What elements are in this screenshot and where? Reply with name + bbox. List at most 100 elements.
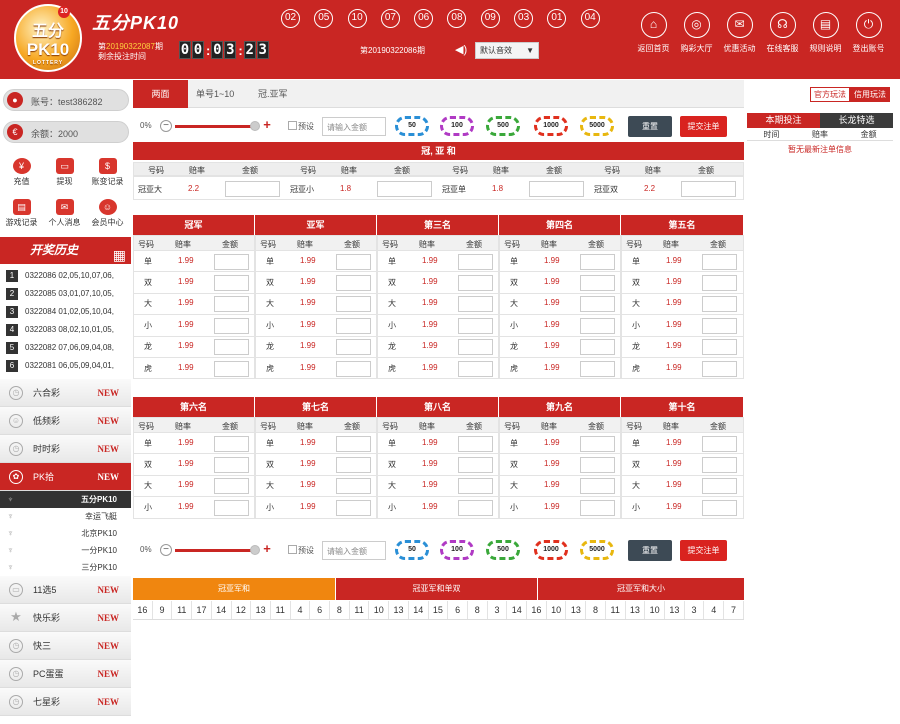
- lottery-item-qixingcai[interactable]: ◷ 七星彩 NEW: [0, 688, 131, 716]
- bet-amount-input[interactable]: [580, 499, 615, 516]
- quick-member-center[interactable]: ☺ 会员中心: [86, 195, 129, 235]
- bet-amount-input[interactable]: [336, 457, 371, 474]
- bet-amount-input[interactable]: [702, 339, 737, 356]
- bet-amount-input[interactable]: [214, 339, 249, 356]
- sound-select[interactable]: 默认音效 ▼: [475, 42, 539, 59]
- bet-amount-input[interactable]: [214, 253, 249, 270]
- lottery-item-dipincai[interactable]: ☺ 低频彩 NEW: [0, 407, 131, 435]
- bet-amount-input[interactable]: [214, 478, 249, 495]
- bet-amount-input[interactable]: [580, 435, 615, 452]
- lottery-item-kuaisan[interactable]: ◷ 快三 NEW: [0, 632, 131, 660]
- bet-amount-input[interactable]: [580, 296, 615, 313]
- quick-withdraw[interactable]: ▭ 提现: [43, 154, 86, 194]
- bet-amount-input[interactable]: [702, 296, 737, 313]
- slider-handle[interactable]: [250, 545, 260, 555]
- sub-item-sanfen-pk10[interactable]: ♆ 三分PK10: [0, 559, 131, 576]
- bet-amount-input[interactable]: [336, 360, 371, 377]
- chip-5000[interactable]: 5000: [580, 116, 614, 136]
- bet-amount-input[interactable]: [458, 457, 493, 474]
- slider-handle[interactable]: [250, 121, 260, 131]
- sub-item-beijing-pk10[interactable]: ♆ 北京PK10: [0, 525, 131, 542]
- lottery-item-kuailecai[interactable]: ★ 快乐彩 NEW: [0, 604, 131, 632]
- bet-amount-input[interactable]: [702, 253, 737, 270]
- bet-amount-input[interactable]: [702, 360, 737, 377]
- lottery-item-pk10[interactable]: ✿ PK拾 NEW: [0, 463, 131, 491]
- chip-100[interactable]: 100: [440, 540, 474, 560]
- bet-amount-input[interactable]: [214, 360, 249, 377]
- nav-promotions[interactable]: ✉ 优惠活动: [718, 12, 761, 54]
- chip-100[interactable]: 100: [440, 116, 474, 136]
- bet-amount-input[interactable]: [214, 499, 249, 516]
- bet-amount-input[interactable]: [580, 317, 615, 334]
- bet-amount-input[interactable]: [336, 435, 371, 452]
- tab-current-bets[interactable]: 本期投注: [747, 113, 820, 128]
- lottery-item-liuhecai[interactable]: ◷ 六合彩 NEW: [0, 379, 131, 407]
- nav-rules[interactable]: ▤ 规则说明: [804, 12, 847, 54]
- bet-amount-input[interactable]: [336, 339, 371, 356]
- bet-amount-input[interactable]: [702, 317, 737, 334]
- rebate-slider[interactable]: [175, 549, 253, 552]
- bet-amount-input[interactable]: [214, 296, 249, 313]
- bet-amount-input[interactable]: [580, 360, 615, 377]
- bet-amount-input[interactable]: [458, 435, 493, 452]
- bet-amount-input[interactable]: [458, 478, 493, 495]
- chip-1000[interactable]: 1000: [534, 540, 568, 560]
- bet-amount-input[interactable]: [336, 296, 371, 313]
- preset-checkbox[interactable]: [288, 121, 297, 130]
- tab-danhao[interactable]: 单号1~10: [196, 80, 234, 108]
- chip-50[interactable]: 50: [395, 116, 429, 136]
- tab-long-dragon[interactable]: 长龙特选: [820, 113, 893, 128]
- bet-amount-input[interactable]: [702, 499, 737, 516]
- reset-button[interactable]: 重置: [628, 540, 672, 561]
- reset-button[interactable]: 重置: [628, 116, 672, 137]
- quick-transactions[interactable]: $ 账变记录: [86, 154, 129, 194]
- nav-logout[interactable]: ⏻ 登出账号: [847, 12, 890, 54]
- chip-1000[interactable]: 1000: [534, 116, 568, 136]
- bet-amount-input[interactable]: [458, 253, 493, 270]
- trend-tab-bigsmall[interactable]: 冠亚军和大小: [537, 578, 744, 600]
- minus-button[interactable]: −: [160, 120, 172, 132]
- quick-game-records[interactable]: ▤ 游戏记录: [0, 195, 43, 235]
- tab-liangmian[interactable]: 两面: [133, 80, 188, 108]
- bet-amount-input[interactable]: [702, 478, 737, 495]
- sub-item-wufen-pk10[interactable]: ♆ 五分PK10: [0, 491, 131, 508]
- bet-amount-input[interactable]: [458, 317, 493, 334]
- chip-50[interactable]: 50: [395, 540, 429, 560]
- bet-amount-input[interactable]: [214, 317, 249, 334]
- bet-amount-input[interactable]: [580, 457, 615, 474]
- calendar-icon[interactable]: ▦: [113, 242, 126, 269]
- bet-amount-input[interactable]: [681, 181, 736, 197]
- bet-amount-input[interactable]: [336, 253, 371, 270]
- lottery-item-shishicai[interactable]: ◷ 时时彩 NEW: [0, 435, 131, 463]
- bet-amount-input[interactable]: [336, 499, 371, 516]
- plus-button[interactable]: +: [261, 118, 273, 132]
- lottery-item-pcdandan[interactable]: ◷ PC蛋蛋 NEW: [0, 660, 131, 688]
- chip-500[interactable]: 500: [486, 116, 520, 136]
- minus-button[interactable]: −: [160, 544, 172, 556]
- bet-amount-input[interactable]: [702, 435, 737, 452]
- quick-messages[interactable]: ✉ 个人消息: [43, 195, 86, 235]
- bet-amount-input[interactable]: [336, 317, 371, 334]
- bet-amount-input[interactable]: [580, 253, 615, 270]
- bet-amount-input[interactable]: [580, 275, 615, 292]
- bet-amount-input[interactable]: [377, 181, 432, 197]
- bet-amount-input[interactable]: [580, 339, 615, 356]
- submit-button[interactable]: 提交注单: [680, 116, 727, 137]
- bet-amount-input[interactable]: [214, 457, 249, 474]
- rebate-slider[interactable]: [175, 125, 253, 128]
- preset-checkbox[interactable]: [288, 545, 297, 554]
- mode-credit[interactable]: 信用玩法: [850, 87, 890, 102]
- chip-5000[interactable]: 5000: [580, 540, 614, 560]
- bet-amount-input[interactable]: [458, 339, 493, 356]
- bet-amount-input[interactable]: [336, 275, 371, 292]
- bet-amount-input[interactable]: [702, 457, 737, 474]
- quick-recharge[interactable]: ¥ 充值: [0, 154, 43, 194]
- speaker-icon[interactable]: ◀): [455, 43, 467, 56]
- sub-item-yifen-pk10[interactable]: ♆ 一分PK10: [0, 542, 131, 559]
- bet-amount-input[interactable]: [225, 181, 280, 197]
- lottery-item-11x5[interactable]: ▭ 11选5 NEW: [0, 576, 131, 604]
- amount-input[interactable]: 请输入金额: [322, 117, 386, 136]
- sub-item-xingyun-feiting[interactable]: ♆ 幸运飞艇: [0, 508, 131, 525]
- chip-500[interactable]: 500: [486, 540, 520, 560]
- mode-official[interactable]: 官方玩法: [810, 87, 850, 102]
